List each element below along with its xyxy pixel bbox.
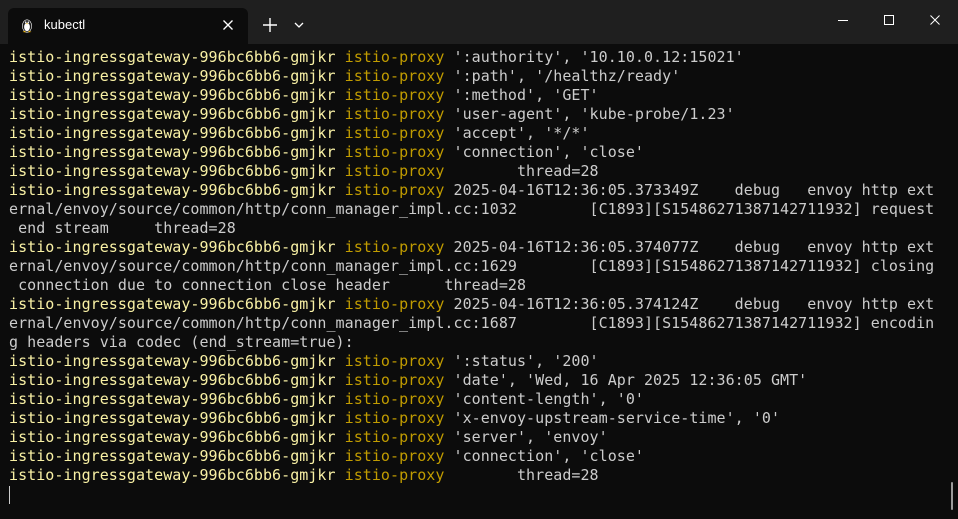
container-name: istio-proxy xyxy=(344,390,445,408)
terminal-line: istio-ingressgateway-996bc6bb6-gmjkr ist… xyxy=(9,86,929,105)
terminal-line: istio-ingressgateway-996bc6bb6-gmjkr ist… xyxy=(9,466,929,485)
title-bar[interactable]: kubectl xyxy=(0,0,958,44)
log-message: ':status', '200' xyxy=(444,352,599,370)
maximize-icon[interactable] xyxy=(866,0,912,40)
terminal-line: g headers via codec (end_stream=true): xyxy=(9,333,929,352)
container-name: istio-proxy xyxy=(344,428,445,446)
container-name: istio-proxy xyxy=(344,48,445,66)
pod-name: istio-ingressgateway-996bc6bb6-gmjkr xyxy=(9,352,336,370)
log-message: ernal/envoy/source/common/http/conn_mana… xyxy=(9,257,935,275)
text-cursor xyxy=(9,485,10,504)
terminal-line: istio-ingressgateway-996bc6bb6-gmjkr ist… xyxy=(9,428,929,447)
pod-name: istio-ingressgateway-996bc6bb6-gmjkr xyxy=(9,409,336,427)
pod-name: istio-ingressgateway-996bc6bb6-gmjkr xyxy=(9,428,336,446)
pod-name: istio-ingressgateway-996bc6bb6-gmjkr xyxy=(9,48,336,66)
container-name: istio-proxy xyxy=(344,124,445,142)
log-message: ernal/envoy/source/common/http/conn_mana… xyxy=(9,314,935,332)
linux-penguin-icon xyxy=(22,19,32,33)
pod-name: istio-ingressgateway-996bc6bb6-gmjkr xyxy=(9,86,336,104)
log-message: 2025-04-16T12:36:05.374077Z debug envoy … xyxy=(444,238,935,256)
pod-name: istio-ingressgateway-996bc6bb6-gmjkr xyxy=(9,238,336,256)
terminal-line: istio-ingressgateway-996bc6bb6-gmjkr ist… xyxy=(9,67,929,86)
pod-name: istio-ingressgateway-996bc6bb6-gmjkr xyxy=(9,466,336,484)
container-name: istio-proxy xyxy=(344,447,445,465)
terminal-line: istio-ingressgateway-996bc6bb6-gmjkr ist… xyxy=(9,409,929,428)
log-message: 'date', 'Wed, 16 Apr 2025 12:36:05 GMT' xyxy=(444,371,808,389)
log-message: 'accept', '*/*' xyxy=(444,124,590,142)
close-tab-icon[interactable] xyxy=(220,17,236,33)
pod-name: istio-ingressgateway-996bc6bb6-gmjkr xyxy=(9,143,336,161)
pod-name: istio-ingressgateway-996bc6bb6-gmjkr xyxy=(9,124,336,142)
log-message: ':authority', '10.10.0.12:15021' xyxy=(444,48,744,66)
terminal-line: ernal/envoy/source/common/http/conn_mana… xyxy=(9,314,934,333)
log-message: end stream thread=28 xyxy=(9,219,236,237)
container-name: istio-proxy xyxy=(344,466,445,484)
chevron-down-icon[interactable] xyxy=(288,13,310,37)
pod-name: istio-ingressgateway-996bc6bb6-gmjkr xyxy=(9,67,336,85)
terminal-window: kubectl istio-ingressgateway-996bc6bb6-g… xyxy=(0,0,958,519)
terminal-line: istio-ingressgateway-996bc6bb6-gmjkr ist… xyxy=(9,295,934,314)
pod-name: istio-ingressgateway-996bc6bb6-gmjkr xyxy=(9,371,336,389)
log-message: thread=28 xyxy=(444,466,599,484)
prompt-line[interactable] xyxy=(9,485,929,504)
terminal-line: istio-ingressgateway-996bc6bb6-gmjkr ist… xyxy=(9,124,929,143)
terminal-output[interactable]: istio-ingressgateway-996bc6bb6-gmjkr ist… xyxy=(9,48,934,508)
terminal-line: istio-ingressgateway-996bc6bb6-gmjkr ist… xyxy=(9,143,929,162)
terminal-line: istio-ingressgateway-996bc6bb6-gmjkr ist… xyxy=(9,390,929,409)
pod-name: istio-ingressgateway-996bc6bb6-gmjkr xyxy=(9,162,336,180)
container-name: istio-proxy xyxy=(344,162,445,180)
pod-name: istio-ingressgateway-996bc6bb6-gmjkr xyxy=(9,447,336,465)
close-window-icon[interactable] xyxy=(912,0,958,40)
pod-name: istio-ingressgateway-996bc6bb6-gmjkr xyxy=(9,390,336,408)
log-message: connection due to connection close heade… xyxy=(9,276,527,294)
terminal-line: connection due to connection close heade… xyxy=(9,276,929,295)
container-name: istio-proxy xyxy=(344,181,445,199)
log-message: 'content-length', '0' xyxy=(444,390,644,408)
terminal-line: istio-ingressgateway-996bc6bb6-gmjkr ist… xyxy=(9,238,934,257)
container-name: istio-proxy xyxy=(344,86,445,104)
terminal-line: istio-ingressgateway-996bc6bb6-gmjkr ist… xyxy=(9,447,929,466)
terminal-line: ernal/envoy/source/common/http/conn_mana… xyxy=(9,200,934,219)
pod-name: istio-ingressgateway-996bc6bb6-gmjkr xyxy=(9,181,336,199)
container-name: istio-proxy xyxy=(344,67,445,85)
log-message: ':path', '/healthz/ready' xyxy=(444,67,681,85)
container-name: istio-proxy xyxy=(344,143,445,161)
terminal-line: end stream thread=28 xyxy=(9,219,929,238)
minimize-icon[interactable] xyxy=(820,0,866,40)
log-message: 'connection', 'close' xyxy=(444,447,644,465)
scrollbar[interactable] xyxy=(951,482,953,510)
terminal-line: istio-ingressgateway-996bc6bb6-gmjkr ist… xyxy=(9,48,929,67)
log-message: ':method', 'GET' xyxy=(444,86,599,104)
container-name: istio-proxy xyxy=(344,238,445,256)
pod-name: istio-ingressgateway-996bc6bb6-gmjkr xyxy=(9,295,336,313)
log-message: 'connection', 'close' xyxy=(444,143,644,161)
log-message: 'x-envoy-upstream-service-time', '0' xyxy=(444,409,781,427)
log-message: g headers via codec (end_stream=true): xyxy=(9,333,354,351)
tab-kubectl[interactable]: kubectl xyxy=(8,8,248,44)
container-name: istio-proxy xyxy=(344,352,445,370)
log-message: 'server', 'envoy' xyxy=(444,428,608,446)
terminal-line: istio-ingressgateway-996bc6bb6-gmjkr ist… xyxy=(9,371,929,390)
log-message: 2025-04-16T12:36:05.374124Z debug envoy … xyxy=(444,295,935,313)
pod-name: istio-ingressgateway-996bc6bb6-gmjkr xyxy=(9,105,336,123)
container-name: istio-proxy xyxy=(344,371,445,389)
log-message: ernal/envoy/source/common/http/conn_mana… xyxy=(9,200,935,218)
new-tab-plus-icon[interactable] xyxy=(256,13,284,37)
log-message: 'user-agent', 'kube-probe/1.23' xyxy=(444,105,735,123)
log-message: 2025-04-16T12:36:05.373349Z debug envoy … xyxy=(444,181,935,199)
container-name: istio-proxy xyxy=(344,409,445,427)
tab-title: kubectl xyxy=(44,17,86,32)
terminal-line: istio-ingressgateway-996bc6bb6-gmjkr ist… xyxy=(9,352,929,371)
container-name: istio-proxy xyxy=(344,295,445,313)
log-message: thread=28 xyxy=(444,162,599,180)
terminal-line: ernal/envoy/source/common/http/conn_mana… xyxy=(9,257,934,276)
terminal-line: istio-ingressgateway-996bc6bb6-gmjkr ist… xyxy=(9,162,929,181)
container-name: istio-proxy xyxy=(344,105,445,123)
terminal-line: istio-ingressgateway-996bc6bb6-gmjkr ist… xyxy=(9,105,929,124)
terminal-line: istio-ingressgateway-996bc6bb6-gmjkr ist… xyxy=(9,181,934,200)
